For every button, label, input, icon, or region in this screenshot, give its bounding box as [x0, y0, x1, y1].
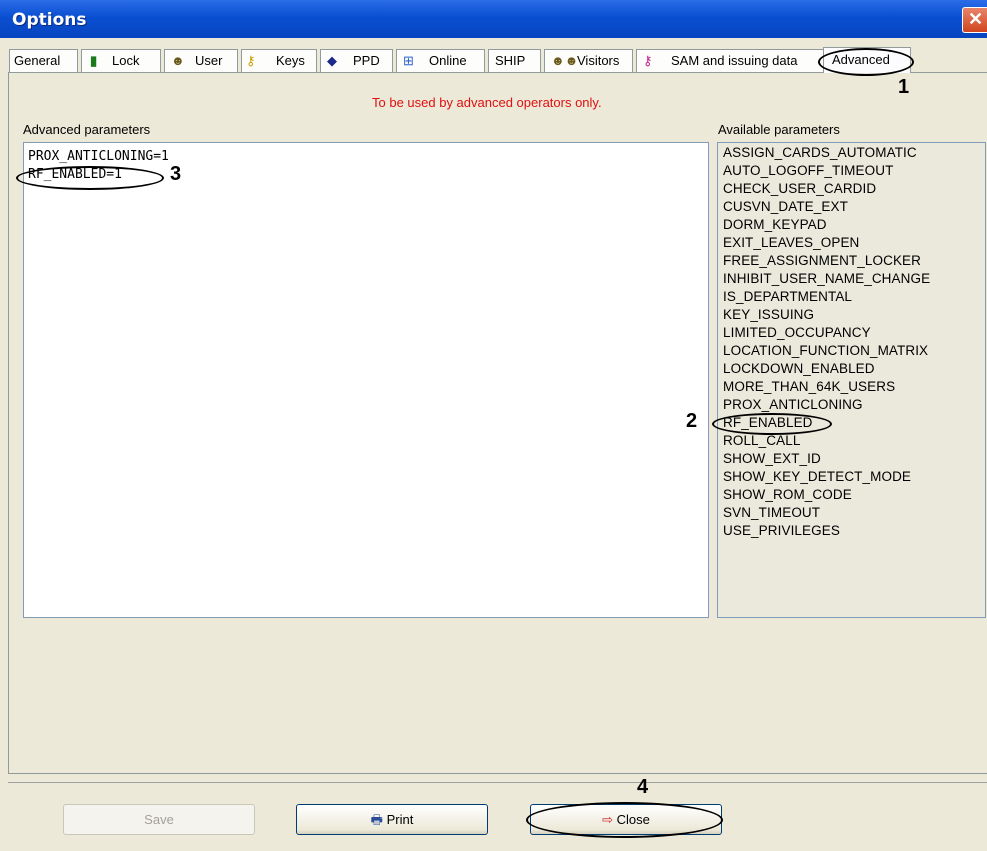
- callout-oval-close-button: [526, 802, 723, 838]
- list-item[interactable]: SHOW_EXT_ID: [723, 451, 821, 466]
- callout-oval-advanced-tab: [818, 48, 914, 76]
- title-bar[interactable]: Options ✕: [0, 0, 987, 38]
- callout-number: 1: [898, 76, 910, 98]
- key-icon: ⚷: [643, 53, 653, 68]
- list-item[interactable]: EXIT_LEAVES_OPEN: [723, 235, 859, 250]
- printer-icon: 🖶: [370, 812, 383, 827]
- tab-keys[interactable]: ⚷ Keys: [241, 49, 317, 72]
- user-icon: ☻: [171, 53, 185, 68]
- list-item[interactable]: SVN_TIMEOUT: [723, 505, 820, 520]
- list-item[interactable]: CUSVN_DATE_EXT: [723, 199, 848, 214]
- list-item[interactable]: SHOW_ROM_CODE: [723, 487, 852, 502]
- list-item[interactable]: DORM_KEYPAD: [723, 217, 827, 232]
- available-parameters-label: Available parameters: [718, 122, 840, 137]
- list-item[interactable]: MORE_THAN_64K_USERS: [723, 379, 895, 394]
- network-icon: ⊞: [403, 53, 414, 68]
- list-item[interactable]: AUTO_LOGOFF_TIMEOUT: [723, 163, 893, 178]
- print-button[interactable]: 🖶 Print: [296, 804, 488, 835]
- list-item[interactable]: USE_PRIVILEGES: [723, 523, 840, 538]
- options-window: Options ✕ General ▮ Lock ☻ User ⚷ Keys ◆…: [0, 0, 987, 851]
- tab-lock[interactable]: ▮ Lock: [81, 49, 161, 72]
- key-icon: ⚷: [246, 53, 256, 68]
- list-item[interactable]: ROLL_CALL: [723, 433, 800, 448]
- list-item[interactable]: LOCKDOWN_ENABLED: [723, 361, 875, 376]
- window-close-button[interactable]: ✕: [962, 7, 987, 33]
- visitors-icon: ☻☻: [551, 53, 579, 68]
- callout-number: 3: [170, 163, 182, 185]
- advanced-parameters-editor[interactable]: PROX_ANTICLONING=1 RF_ENABLED=1: [23, 142, 709, 618]
- tab-sam-issuing-data[interactable]: ⚷ SAM and issuing data: [636, 49, 824, 72]
- parameter-line: PROX_ANTICLONING=1: [28, 149, 169, 164]
- list-item[interactable]: LOCATION_FUNCTION_MATRIX: [723, 343, 928, 358]
- list-item[interactable]: CHECK_USER_CARDID: [723, 181, 876, 196]
- callout-number: 4: [637, 776, 649, 798]
- advanced-warning: To be used by advanced operators only.: [372, 95, 602, 110]
- tab-ship[interactable]: SHIP: [488, 49, 541, 72]
- save-button[interactable]: Save: [63, 804, 255, 835]
- list-item[interactable]: PROX_ANTICLONING: [723, 397, 863, 412]
- list-item[interactable]: IS_DEPARTMENTAL: [723, 289, 852, 304]
- tab-visitors[interactable]: ☻☻ Visitors: [544, 49, 633, 72]
- list-item[interactable]: INHIBIT_USER_NAME_CHANGE: [723, 271, 930, 286]
- tab-user[interactable]: ☻ User: [164, 49, 238, 72]
- lock-door-icon: ▮: [90, 53, 98, 68]
- list-item[interactable]: FREE_ASSIGNMENT_LOCKER: [723, 253, 921, 268]
- window-title: Options: [12, 10, 87, 30]
- tab-online[interactable]: ⊞ Online: [396, 49, 485, 72]
- list-item[interactable]: ASSIGN_CARDS_AUTOMATIC: [723, 145, 917, 160]
- callout-oval-rf-enabled-line: [16, 166, 164, 190]
- ppd-device-icon: ◆: [327, 53, 337, 68]
- tab-ppd[interactable]: ◆ PPD: [320, 49, 393, 72]
- callout-number: 2: [686, 410, 698, 432]
- list-item[interactable]: LIMITED_OCCUPANCY: [723, 325, 871, 340]
- available-parameters-list[interactable]: ASSIGN_CARDS_AUTOMATIC AUTO_LOGOFF_TIMEO…: [717, 142, 986, 618]
- list-item[interactable]: KEY_ISSUING: [723, 307, 814, 322]
- list-item[interactable]: SHOW_KEY_DETECT_MODE: [723, 469, 911, 484]
- advanced-parameters-label: Advanced parameters: [23, 122, 151, 137]
- callout-oval-rf-enabled: [712, 413, 832, 435]
- tab-general[interactable]: General: [9, 49, 78, 72]
